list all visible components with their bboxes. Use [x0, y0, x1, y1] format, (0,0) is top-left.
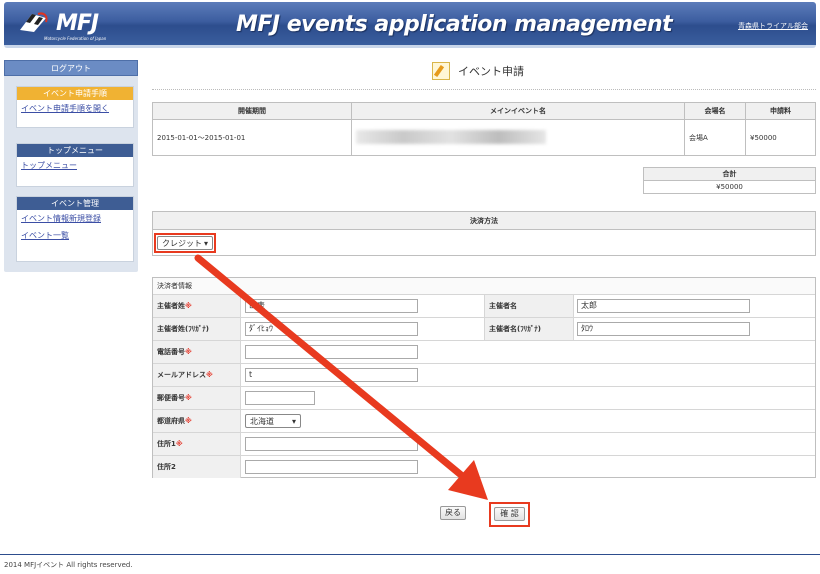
user-link[interactable]: 青森県トライアル部会	[738, 21, 808, 31]
pencil-icon	[432, 62, 450, 80]
address1-input[interactable]	[245, 437, 418, 451]
address2-label: 住所2	[153, 456, 241, 478]
event-list-link[interactable]: イベント一覧	[17, 227, 133, 244]
menu-heading-procedure: イベント申請手順	[17, 87, 133, 100]
form-row: メールアドレス※ t	[153, 363, 815, 386]
blurred-event-name	[356, 129, 546, 144]
last-name-label: 主催者姓※	[153, 295, 241, 317]
logout-button[interactable]: ログアウト	[4, 60, 138, 76]
form-row: 主催者姓(ﾌﾘｶﾞﾅ) ﾀﾞｲﾋｮｳ 主催者名(ﾌﾘｶﾞﾅ) ﾀﾛｳ	[153, 317, 815, 340]
footer-divider	[0, 554, 820, 555]
app-title: MFJ events application management	[236, 12, 673, 37]
sidebar: ログアウト イベント申請手順 イベント申請手順を開く トップメニュー トップメニ…	[4, 60, 138, 272]
first-name-label: 主催者名	[484, 295, 574, 317]
logo-text: MFJ	[56, 11, 99, 36]
postal-input[interactable]	[245, 391, 315, 405]
address1-label: 住所1※	[153, 433, 241, 455]
app-header: MFJ Motorcycle Federation of Japan MFJ e…	[4, 2, 816, 48]
postal-label: 郵便番号※	[153, 387, 241, 409]
email-label: メールアドレス※	[153, 364, 241, 386]
back-button[interactable]: 戻る	[440, 506, 466, 520]
total-table: 合計 ¥50000	[643, 167, 816, 194]
form-row: 住所1※	[153, 432, 815, 455]
logo-subtitle: Motorcycle Federation of Japan	[44, 36, 107, 41]
form-row: 電話番号※	[153, 340, 815, 363]
payer-info-section: 決済者情報 主催者姓※ 山表 主催者名 太郎 主催者姓(ﾌﾘｶﾞﾅ) ﾀﾞｲﾋｮ…	[152, 277, 816, 478]
menu-heading-event: イベント管理	[17, 197, 133, 210]
divider	[152, 89, 816, 90]
address2-input[interactable]	[245, 460, 418, 474]
payer-info-heading: 決済者情報	[153, 278, 815, 294]
menu-box-top: トップメニュー トップメニュー	[16, 143, 134, 187]
cell-fee: ¥50000	[745, 119, 816, 156]
form-row: 主催者姓※ 山表 主催者名 太郎	[153, 294, 815, 317]
total-label: 合計	[643, 167, 816, 181]
last-name-kana-input[interactable]: ﾀﾞｲﾋｮｳ	[245, 322, 418, 336]
first-name-kana-input[interactable]: ﾀﾛｳ	[577, 322, 750, 336]
last-name-kana-label: 主催者姓(ﾌﾘｶﾞﾅ)	[153, 318, 241, 340]
page-title: イベント申請	[432, 62, 524, 80]
cell-period: 2015-01-01～2015-01-01	[152, 119, 352, 156]
event-table: 開催期間 メインイベント名 会場名 申請料 2015-01-01～2015-01…	[152, 102, 816, 156]
menu-heading-top: トップメニュー	[17, 144, 133, 157]
menu-box-event: イベント管理 イベント情報新規登録 イベント一覧	[16, 196, 134, 262]
cell-event-name	[351, 119, 685, 156]
cell-venue: 会場A	[684, 119, 746, 156]
checkered-flag-icon	[20, 12, 48, 32]
col-period: 開催期間	[152, 102, 352, 120]
last-name-input[interactable]: 山表	[245, 299, 418, 313]
menu-box-procedure: イベント申請手順 イベント申請手順を開く	[16, 86, 134, 128]
total-value: ¥50000	[643, 180, 816, 194]
col-venue: 会場名	[684, 102, 746, 120]
table-row: 2015-01-01～2015-01-01 会場A ¥50000	[152, 119, 816, 156]
payment-method-section: 決済方法 クレジット ▾	[152, 211, 816, 256]
first-name-input[interactable]: 太郎	[577, 299, 750, 313]
page-title-text: イベント申請	[458, 65, 524, 78]
phone-label: 電話番号※	[153, 341, 241, 363]
dropdown-arrow-icon: ▾	[203, 238, 208, 248]
mfj-logo: MFJ Motorcycle Federation of Japan	[18, 9, 138, 43]
col-event-name: メインイベント名	[351, 102, 685, 120]
first-name-kana-label: 主催者名(ﾌﾘｶﾞﾅ)	[484, 318, 574, 340]
col-fee: 申請料	[745, 102, 816, 120]
email-input[interactable]: t	[245, 368, 418, 382]
open-procedure-link[interactable]: イベント申請手順を開く	[17, 100, 133, 117]
payment-method-select[interactable]: クレジット ▾	[157, 236, 213, 250]
form-row: 都道府県※ 北海道 ▾	[153, 409, 815, 432]
dropdown-arrow-icon: ▾	[291, 416, 296, 426]
new-event-link[interactable]: イベント情報新規登録	[17, 210, 133, 227]
top-menu-link[interactable]: トップメニュー	[17, 157, 133, 174]
confirm-button[interactable]: 確 認	[494, 507, 525, 521]
payment-method-value: クレジット	[162, 238, 202, 248]
form-row: 郵便番号※	[153, 386, 815, 409]
payment-method-heading: 決済方法	[153, 212, 815, 230]
prefecture-value: 北海道	[250, 416, 274, 426]
phone-input[interactable]	[245, 345, 418, 359]
prefecture-label: 都道府県※	[153, 410, 241, 432]
confirm-highlight: 確 認	[489, 502, 530, 527]
payment-highlight: クレジット ▾	[154, 233, 216, 253]
footer-copyright: 2014 MFJイベント All rights reserved.	[4, 561, 133, 569]
form-row: 住所2	[153, 455, 815, 478]
prefecture-select[interactable]: 北海道 ▾	[245, 414, 301, 428]
